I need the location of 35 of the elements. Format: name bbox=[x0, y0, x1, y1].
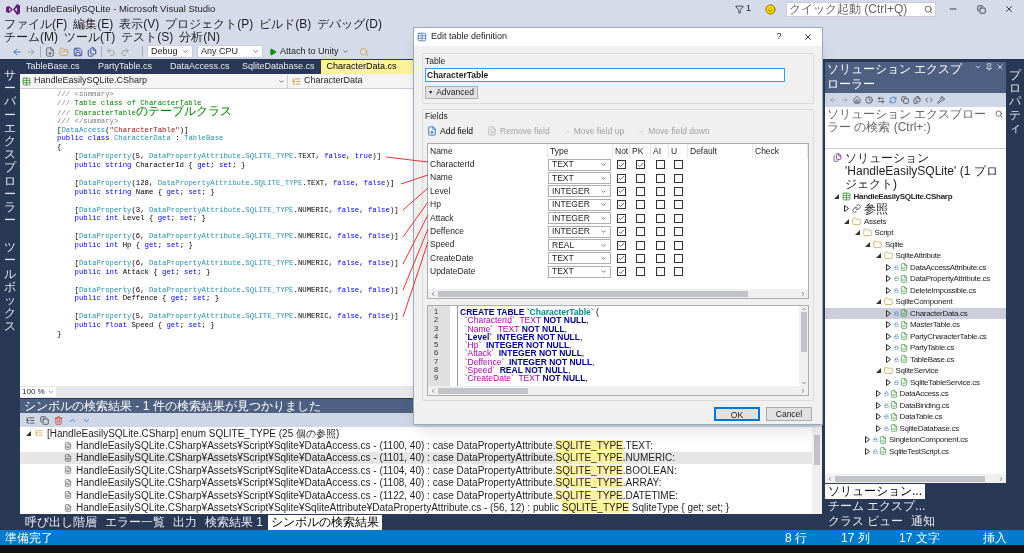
group-label: Table bbox=[425, 56, 446, 67]
sql-line: `Name` TEXT NOT NULL, bbox=[463, 324, 568, 333]
panel-title: ソリューション エクスプローラー bbox=[827, 62, 963, 91]
dialog-title: Edit table definition bbox=[431, 30, 509, 44]
sql-line: `Deffence` INTEGER NOT NULL, bbox=[463, 357, 595, 367]
field-name-cell: CreateDate bbox=[430, 252, 474, 263]
sql-line: `Hp` INTEGER NOT NULL, bbox=[463, 341, 572, 350]
column-header: Name bbox=[428, 144, 548, 158]
column-header: AI bbox=[651, 144, 669, 158]
column-header: Default bbox=[688, 144, 753, 158]
line-indicator: 8 行 bbox=[785, 529, 808, 547]
field-name-cell: Level bbox=[430, 185, 451, 196]
sql-line: CREATE TABLE `CharacterTable` ( bbox=[460, 308, 599, 317]
sql-line: `CharacterId` TEXT NOT NULL, bbox=[464, 316, 589, 325]
field-name-cell: Name bbox=[430, 172, 453, 183]
field-name-cell: CharacterId bbox=[430, 158, 475, 169]
panel-title: シンボルの検索結果 - 1 件の検索結果が見つかりました bbox=[24, 399, 321, 413]
sql-line: `Speed` REAL NOT NULL, bbox=[463, 366, 571, 375]
field-name-cell: Speed bbox=[430, 239, 455, 250]
char-indicator: 17 文字 bbox=[899, 529, 941, 547]
column-header: Check bbox=[753, 144, 808, 158]
field-name-cell: Attack bbox=[430, 212, 454, 223]
column-header: Not bbox=[613, 144, 630, 158]
column-header: U bbox=[669, 144, 688, 158]
column-header: Type bbox=[548, 144, 613, 158]
field-name-cell: Deffence bbox=[430, 225, 464, 236]
mode-indicator: 挿入 bbox=[983, 529, 1008, 547]
group-label: Fields bbox=[425, 111, 448, 122]
field-name-cell: UpdateDate bbox=[430, 266, 476, 277]
status-message: 準備完了 bbox=[5, 529, 54, 547]
column-header: PK bbox=[630, 144, 651, 158]
notification-count: 1 bbox=[746, 2, 751, 16]
field-name-cell: Hp bbox=[430, 199, 441, 210]
window-title: HandleEasilySQLite - Microsoft Visual Studio bbox=[26, 1, 216, 16]
column-indicator: 17 列 bbox=[841, 529, 871, 547]
